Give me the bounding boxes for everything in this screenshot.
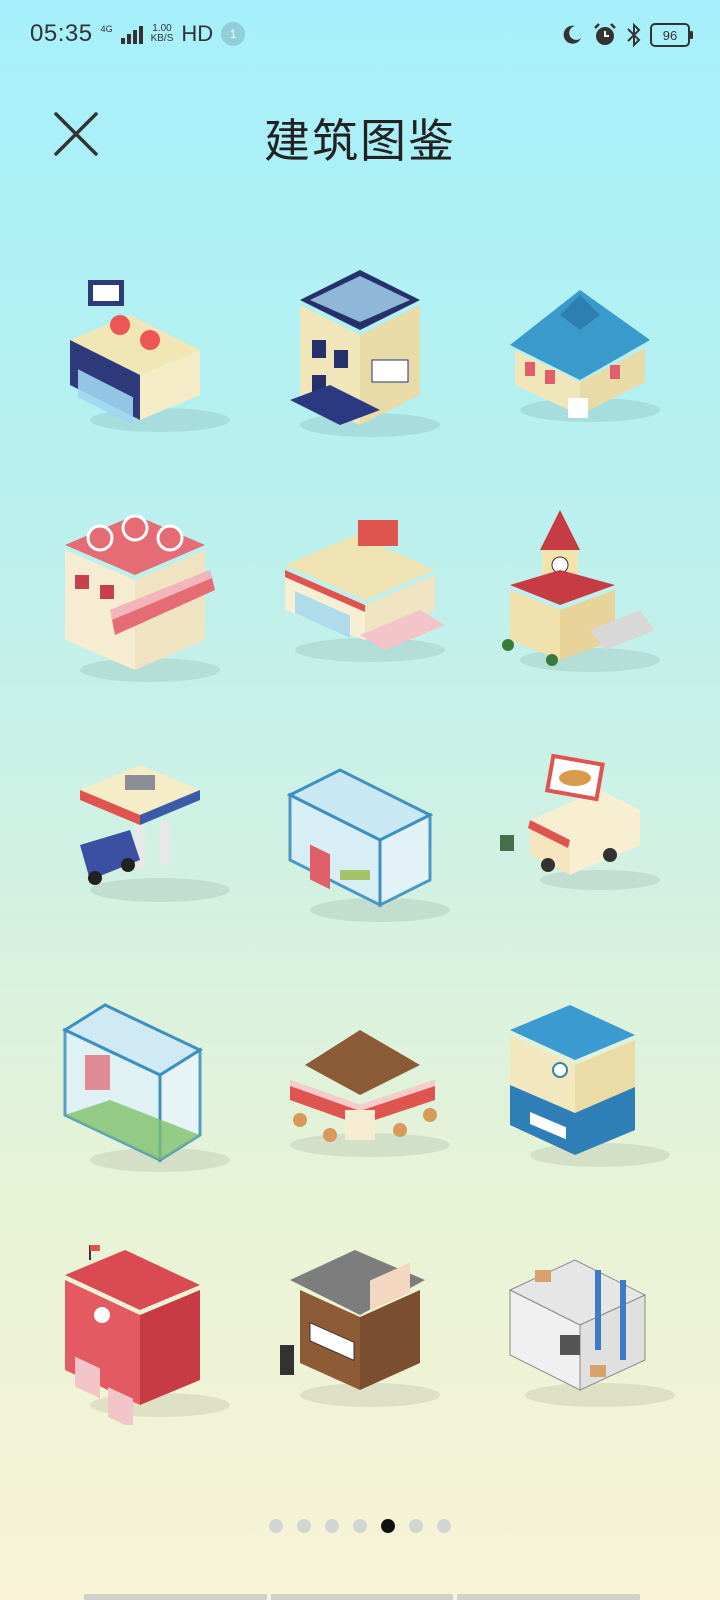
page-indicator: [0, 1519, 720, 1533]
notification-badge: 1: [221, 22, 246, 46]
fast-food-icon: [285, 520, 445, 662]
page-dot[interactable]: [353, 1519, 367, 1533]
building-tile[interactable]: [50, 995, 240, 1185]
network-type: 4G: [100, 23, 113, 34]
rooftop-cafe-icon: [70, 280, 230, 432]
battery-icon: 96: [650, 23, 693, 47]
building-tile[interactable]: [270, 260, 460, 450]
police-station-icon: [510, 1005, 670, 1167]
glass-building-icon: [61, 1003, 230, 1172]
fire-station-icon: [65, 1245, 230, 1429]
page-title: 建筑图鉴: [264, 114, 456, 168]
building-tile[interactable]: [270, 750, 460, 940]
greenhouse-icon: [286, 768, 450, 922]
page-dot[interactable]: [409, 1519, 423, 1533]
alarm-icon: [594, 23, 616, 45]
page-dot[interactable]: [269, 1519, 283, 1533]
red-cafe-icon: [65, 514, 220, 682]
warehouse-icon: [508, 1259, 675, 1407]
building-tile[interactable]: [270, 500, 460, 690]
bottom-tab[interactable]: [457, 1594, 641, 1600]
building-tile[interactable]: [490, 1235, 680, 1425]
building-tile[interactable]: [490, 270, 680, 460]
moon-icon: [563, 25, 581, 44]
post-office-icon: [290, 270, 440, 437]
blue-house-icon: [510, 290, 660, 422]
page-dot[interactable]: [297, 1519, 311, 1533]
status-left: 05:35 4G 1.00 KB/S HD 1: [30, 20, 246, 48]
building-tile[interactable]: [490, 995, 680, 1185]
page-dot-active[interactable]: [381, 1519, 395, 1533]
building-tile[interactable]: [50, 270, 240, 460]
building-tile[interactable]: [490, 750, 680, 940]
building-tile[interactable]: [270, 995, 460, 1185]
status-right: 96: [560, 22, 693, 48]
hd-indicator: HD: [181, 21, 214, 46]
page-dot[interactable]: [437, 1519, 451, 1533]
status-time: 05:35: [30, 20, 93, 47]
restaurant-icon: [290, 1030, 450, 1157]
bottom-tab[interactable]: [84, 1594, 267, 1600]
building-tile[interactable]: [50, 1235, 240, 1429]
food-truck-icon: [500, 753, 660, 890]
speed-unit: KB/S: [150, 33, 174, 44]
signal-icon: [120, 24, 143, 44]
ramen-shop-icon: [280, 1250, 440, 1407]
status-bar: 05:35 4G 1.00 KB/S HD 1 96: [0, 0, 720, 72]
battery-level: 96: [662, 27, 678, 43]
bottom-edge-tabs: [84, 1594, 641, 1600]
building-tile[interactable]: [50, 500, 240, 690]
building-tile[interactable]: [490, 500, 680, 690]
bottom-tab[interactable]: [270, 1594, 454, 1600]
building-tile[interactable]: [50, 750, 240, 940]
building-tile[interactable]: [270, 1235, 460, 1425]
gas-station-icon: [80, 765, 230, 902]
bluetooth-icon: [627, 22, 641, 48]
network-speed: 1.00 KB/S: [151, 24, 174, 44]
clock-tower-icon: [502, 510, 660, 672]
page-dot[interactable]: [325, 1519, 339, 1533]
